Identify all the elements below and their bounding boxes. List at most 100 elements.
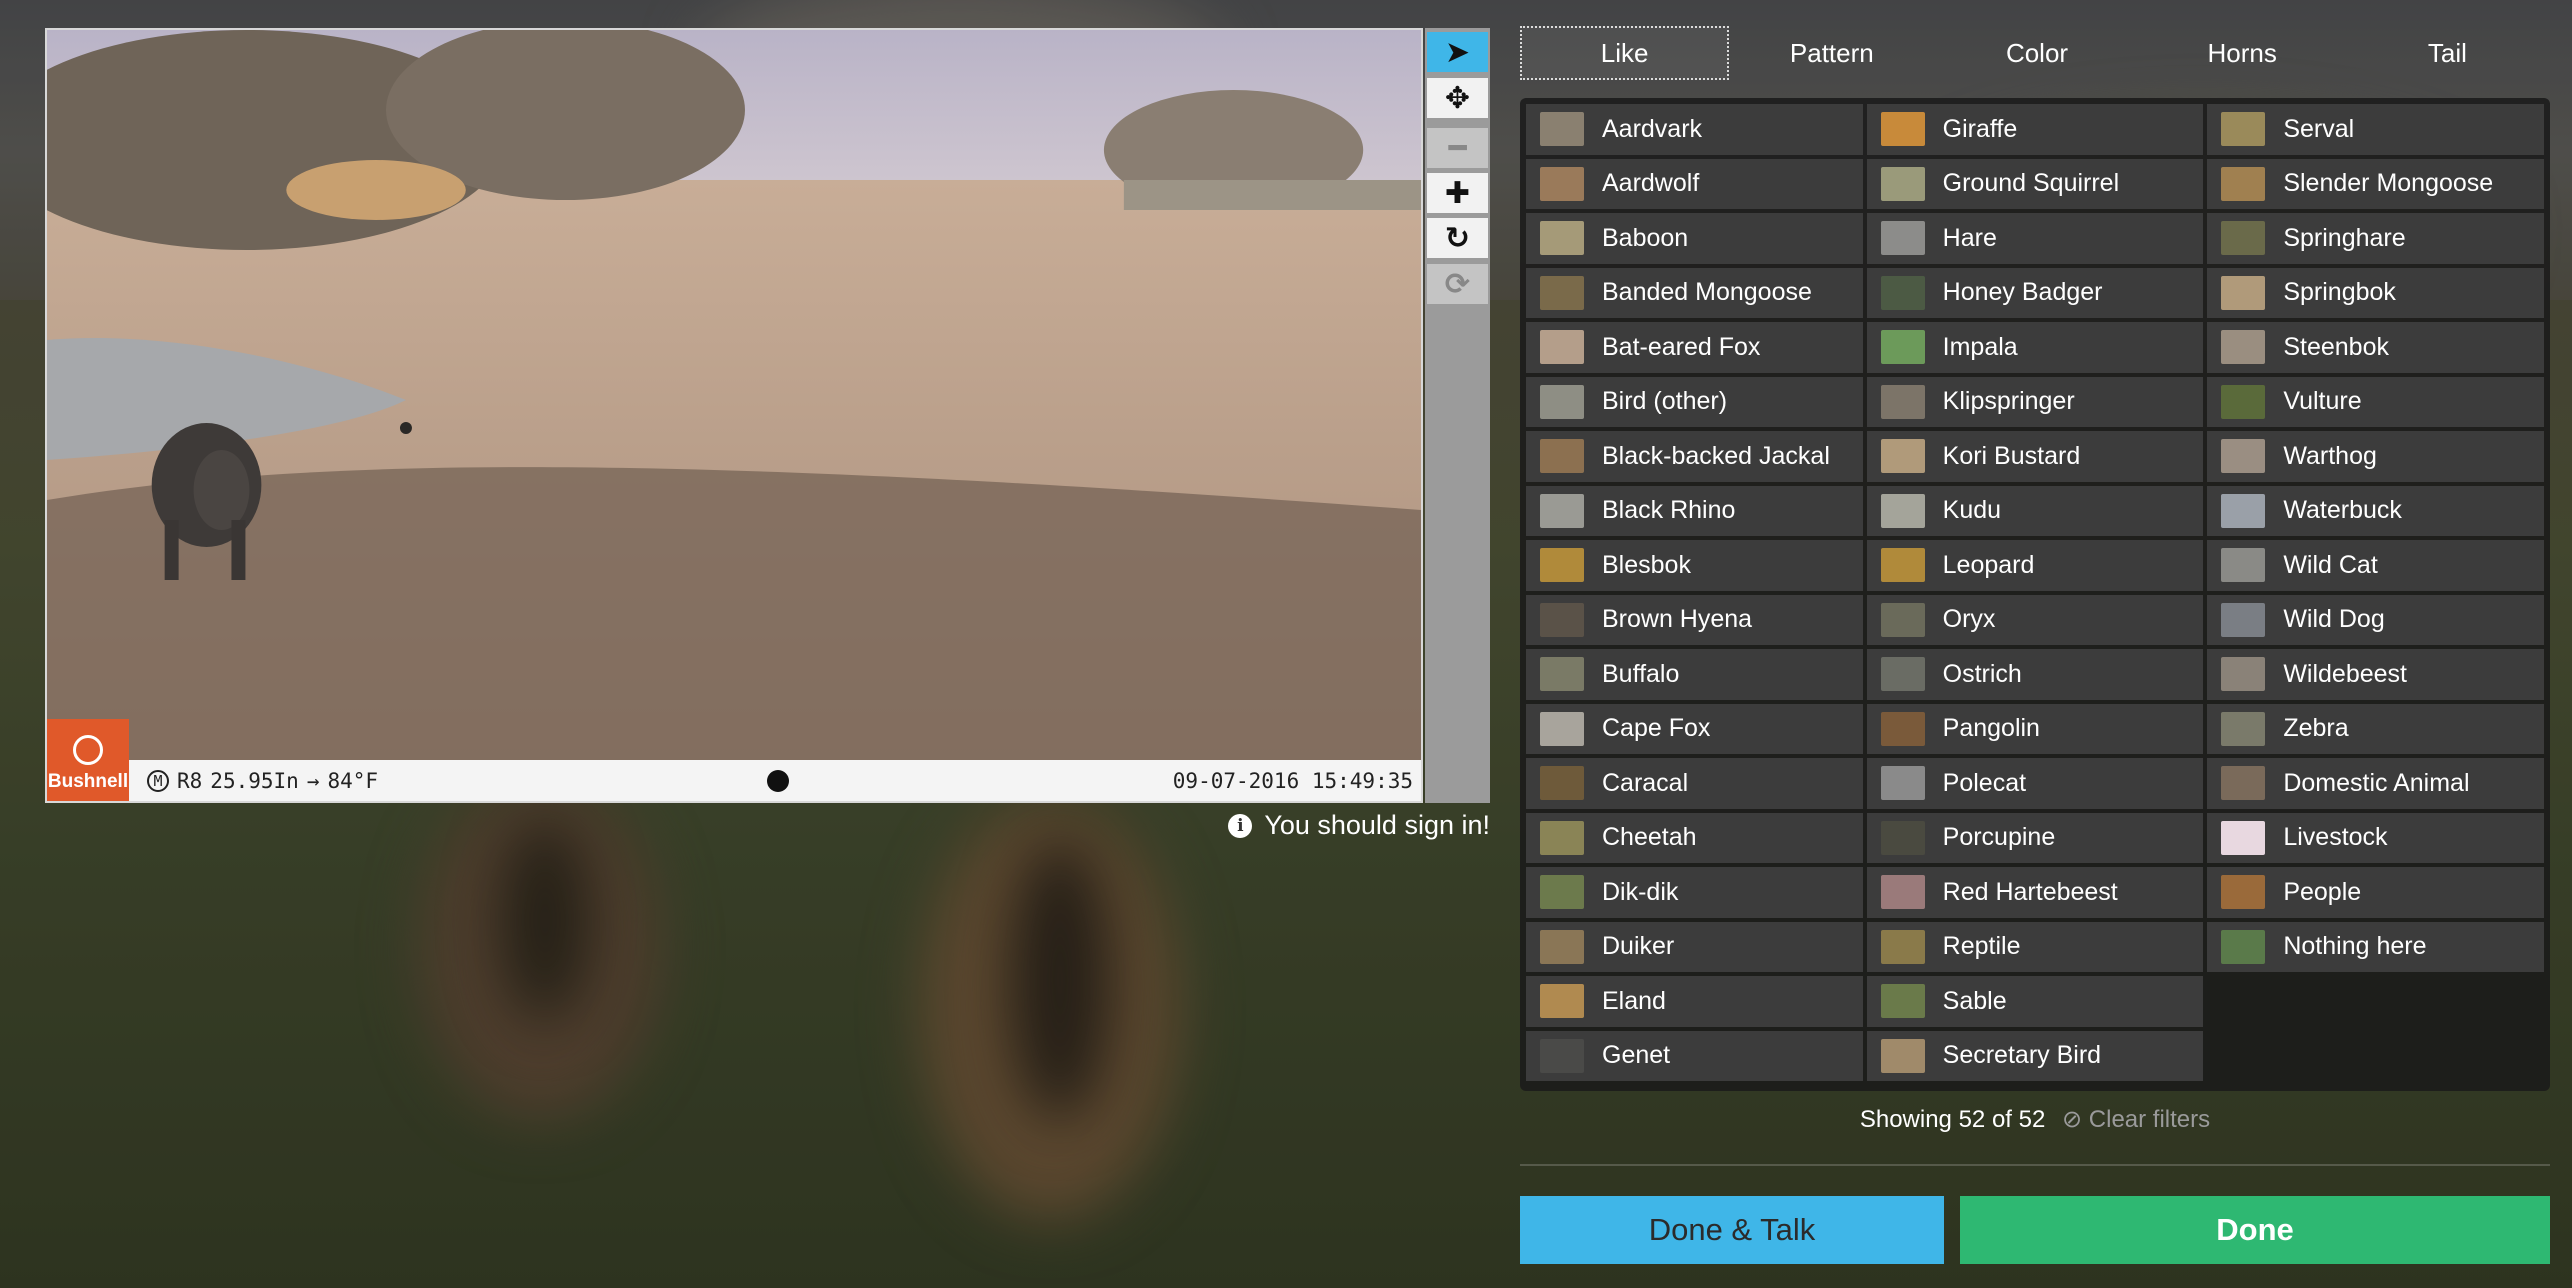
species-label: Ostrich <box>1942 659 2022 688</box>
species-label: Nothing here <box>2283 932 2427 961</box>
done-button[interactable]: Done <box>1960 1196 2550 1264</box>
species-choice[interactable]: Giraffe <box>1866 104 2204 155</box>
species-choice[interactable]: Black Rhino <box>1526 485 1863 536</box>
species-label: Aardvark <box>1602 114 1703 143</box>
species-label: Baboon <box>1602 223 1689 252</box>
species-choice[interactable]: Warthog <box>2207 431 2544 482</box>
species-choice[interactable]: Sable <box>1866 976 2204 1027</box>
species-choice[interactable]: Bat-eared Fox <box>1526 322 1863 373</box>
species-choice[interactable]: Livestock <box>2207 812 2544 863</box>
refresh-icon: ⟳ <box>1444 267 1471 301</box>
tab-pattern[interactable]: Pattern <box>1729 26 1934 80</box>
species-choice[interactable]: Pangolin <box>1866 703 2204 754</box>
species-choice[interactable]: Ground Squirrel <box>1866 158 2204 209</box>
species-thumbnail <box>1880 766 1925 801</box>
species-thumbnail <box>1540 112 1584 147</box>
species-label: Cheetah <box>1602 823 1697 852</box>
species-choice[interactable]: Kudu <box>1866 485 2204 536</box>
species-choice[interactable]: Eland <box>1526 976 1863 1027</box>
species-label: Porcupine <box>1942 823 2056 852</box>
species-choice[interactable]: Wild Cat <box>2207 540 2544 591</box>
species-choice[interactable]: Banded Mongoose <box>1526 267 1863 318</box>
clear-filters-button[interactable]: ⊘ Clear filters <box>2062 1106 2210 1133</box>
species-choice[interactable]: Springhare <box>2207 213 2544 264</box>
species-choice[interactable]: Leopard <box>1866 540 2204 591</box>
species-choice[interactable]: Honey Badger <box>1866 267 2204 318</box>
showing-count: Showing 52 of 52 <box>1859 1106 2046 1133</box>
species-choice[interactable]: Brown Hyena <box>1526 594 1863 645</box>
species-choice[interactable]: Klipspringer <box>1866 376 2204 427</box>
species-choice[interactable]: Kori Bustard <box>1866 431 2204 482</box>
species-choice[interactable]: Impala <box>1866 322 2204 373</box>
species-choice[interactable]: Serval <box>2207 104 2544 155</box>
species-choice[interactable]: Nothing here <box>2207 921 2544 972</box>
species-choice[interactable]: Genet <box>1526 1030 1863 1081</box>
species-choice[interactable]: Buffalo <box>1526 649 1863 700</box>
pan-tool[interactable]: ✥ <box>1427 78 1488 118</box>
tab-horns[interactable]: Horns <box>2140 26 2345 80</box>
tab-like[interactable]: Like <box>1520 26 1730 80</box>
bushnell-logo: Bushnell <box>47 719 129 801</box>
species-label: Brown Hyena <box>1602 605 1753 634</box>
species-label: Springhare <box>2283 223 2406 252</box>
species-thumbnail <box>1540 602 1584 637</box>
species-choice[interactable]: Baboon <box>1526 213 1863 264</box>
species-choice[interactable]: Springbok <box>2207 267 2544 318</box>
rotate-tool[interactable]: ↻ <box>1427 218 1488 258</box>
species-choice[interactable]: Bird (other) <box>1526 376 1863 427</box>
species-label: Ground Squirrel <box>1942 169 2120 198</box>
tab-color[interactable]: Color <box>1934 26 2139 80</box>
species-choice[interactable]: Waterbuck <box>2207 485 2544 536</box>
done-and-talk-button[interactable]: Done & Talk <box>1520 1196 1944 1264</box>
pressure-trend-icon: → <box>306 768 320 793</box>
species-thumbnail <box>1880 275 1925 310</box>
species-thumbnail <box>1540 1038 1584 1073</box>
species-choice[interactable]: Red Hartebeest <box>1866 867 2204 918</box>
species-choice[interactable]: Cape Fox <box>1526 703 1863 754</box>
species-choice[interactable]: Steenbok <box>2207 322 2544 373</box>
species-choice[interactable]: Cheetah <box>1526 812 1863 863</box>
species-grid: Aardvark Aardwolf Baboon Banded Mongoose Bat… <box>1526 104 2544 1081</box>
signin-notice: i You should sign in! <box>1228 810 1490 841</box>
species-choice[interactable]: Vulture <box>2207 376 2544 427</box>
camera-trap-photo[interactable]: M R8 25.95In → 84°F 09-07-2016 15:49:35 … <box>45 28 1423 803</box>
species-thumbnail <box>2221 657 2266 692</box>
zoom-out-tool: ━ <box>1427 128 1488 168</box>
image-toolbar: ➤ ✥ ━ ✚ ↻ ⟳ <box>1425 28 1490 803</box>
species-choice[interactable]: Wild Dog <box>2207 594 2544 645</box>
species-label: Giraffe <box>1942 114 2018 143</box>
signin-message: You should sign in! <box>1264 810 1490 840</box>
species-choice[interactable]: Secretary Bird <box>1866 1030 2204 1081</box>
species-choice[interactable]: Domestic Animal <box>2207 758 2544 809</box>
species-choice[interactable]: Oryx <box>1866 594 2204 645</box>
species-choice[interactable]: Slender Mongoose <box>2207 158 2544 209</box>
species-choice[interactable]: Reptile <box>1866 921 2204 972</box>
camera-id: R8 <box>177 768 203 793</box>
filter-tabs: Like Pattern Color Horns Tail <box>1520 26 2550 80</box>
tab-tail[interactable]: Tail <box>2345 26 2550 80</box>
species-thumbnail <box>1540 548 1584 583</box>
species-label: Leopard <box>1942 550 2035 579</box>
species-choice[interactable]: Zebra <box>2207 703 2544 754</box>
species-thumbnail <box>1540 330 1584 365</box>
species-label: Banded Mongoose <box>1602 278 1812 307</box>
species-choice[interactable]: Porcupine <box>1866 812 2204 863</box>
species-thumbnail <box>2221 820 2266 855</box>
species-choice[interactable]: Dik-dik <box>1526 867 1863 918</box>
species-choice[interactable]: Black-backed Jackal <box>1526 431 1863 482</box>
species-choice[interactable]: Caracal <box>1526 758 1863 809</box>
select-tool[interactable]: ➤ <box>1427 32 1488 72</box>
species-choice[interactable]: People <box>2207 867 2544 918</box>
species-choice[interactable]: Hare <box>1866 213 2204 264</box>
moon-phase-icon <box>767 769 789 792</box>
species-thumbnail <box>1880 657 1925 692</box>
species-choice[interactable]: Aardvark <box>1526 104 1863 155</box>
species-choice[interactable]: Aardwolf <box>1526 158 1863 209</box>
savanna-scene-image <box>47 30 1421 762</box>
species-choice[interactable]: Blesbok <box>1526 540 1863 591</box>
species-choice[interactable]: Duiker <box>1526 921 1863 972</box>
species-choice[interactable]: Polecat <box>1866 758 2204 809</box>
species-choice[interactable]: Ostrich <box>1866 649 2204 700</box>
species-choice[interactable]: Wildebeest <box>2207 649 2544 700</box>
zoom-in-tool[interactable]: ✚ <box>1427 173 1488 213</box>
